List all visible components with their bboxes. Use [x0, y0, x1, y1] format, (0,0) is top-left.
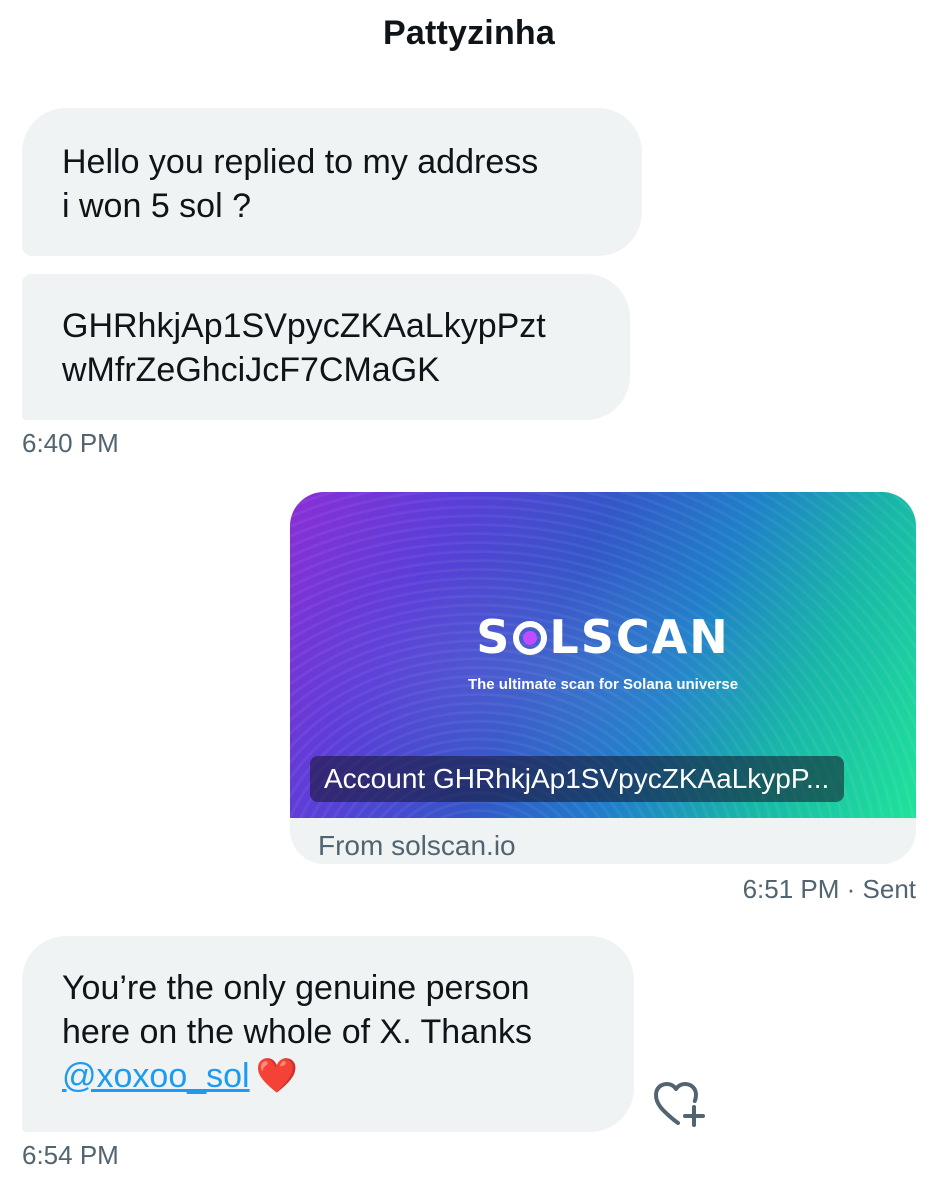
solscan-logo: S LSCAN: [290, 610, 916, 664]
link-preview-image: S LSCAN The ultimate scan for Solana univ…: [290, 492, 916, 818]
message-text: i won 5 sol ?: [62, 187, 251, 225]
incoming-message[interactable]: GHRhkjAp1SVpycZKAaLkypPzt wMfrZeGhciJcF7…: [22, 274, 630, 420]
message-timestamp: 6:40 PM: [22, 428, 119, 458]
link-title: Account GHRhkjAp1SVpycZKAaLkypP...: [310, 756, 844, 802]
message-timestamp: 6:54 PM: [22, 1140, 119, 1170]
message-text: wMfrZeGhciJcF7CMaGK: [62, 351, 440, 389]
link-source: From solscan.io: [318, 830, 516, 861]
logo-tagline: The ultimate scan for Solana universe: [467, 676, 739, 693]
message-text: GHRhkjAp1SVpycZKAaLkypPzt: [62, 307, 546, 345]
mention-link[interactable]: @xoxoo_sol: [62, 1057, 250, 1095]
message-timestamp-sent: 6:51 PM · Sent: [742, 874, 916, 904]
logo-text-right: LSCAN: [549, 610, 730, 664]
heart-plus-icon: [654, 1082, 705, 1127]
logo-text-left: S: [476, 610, 512, 664]
add-reaction-button[interactable]: [652, 1080, 710, 1128]
incoming-message[interactable]: You’re the only genuine person here on t…: [22, 936, 634, 1132]
conversation-title: Pattyzinha: [382, 14, 556, 52]
link-preview-card[interactable]: S LSCAN The ultimate scan for Solana univ…: [290, 492, 916, 864]
message-text: You’re the only genuine person: [62, 969, 530, 1007]
message-text-line: @xoxoo_sol ❤️: [62, 1054, 594, 1098]
heart-emoji: ❤️: [255, 1057, 298, 1095]
message-text: here on the whole of X. Thanks: [62, 1013, 533, 1051]
message-text: Hello you replied to my address: [62, 143, 539, 181]
logo-o-icon: [513, 621, 548, 655]
incoming-message[interactable]: Hello you replied to my address i won 5 …: [22, 108, 642, 256]
